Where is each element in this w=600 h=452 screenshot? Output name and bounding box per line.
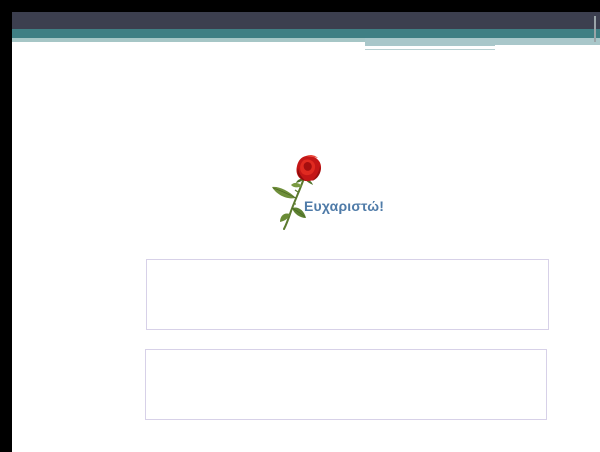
header-rule-thin [495, 45, 600, 46]
rose-icon [272, 154, 322, 230]
header-band-dark [12, 12, 600, 29]
slide: Ευχαριστώ! [12, 12, 600, 452]
thank-you-text: Ευχαριστώ! [304, 198, 385, 214]
header-band-light [12, 38, 365, 42]
header-edge-mark [594, 16, 596, 42]
header-band-teal [12, 29, 600, 38]
header-rule [365, 49, 495, 50]
text-placeholder-box[interactable] [146, 259, 549, 330]
rose-image [260, 152, 326, 230]
text-placeholder-box[interactable] [145, 349, 547, 420]
